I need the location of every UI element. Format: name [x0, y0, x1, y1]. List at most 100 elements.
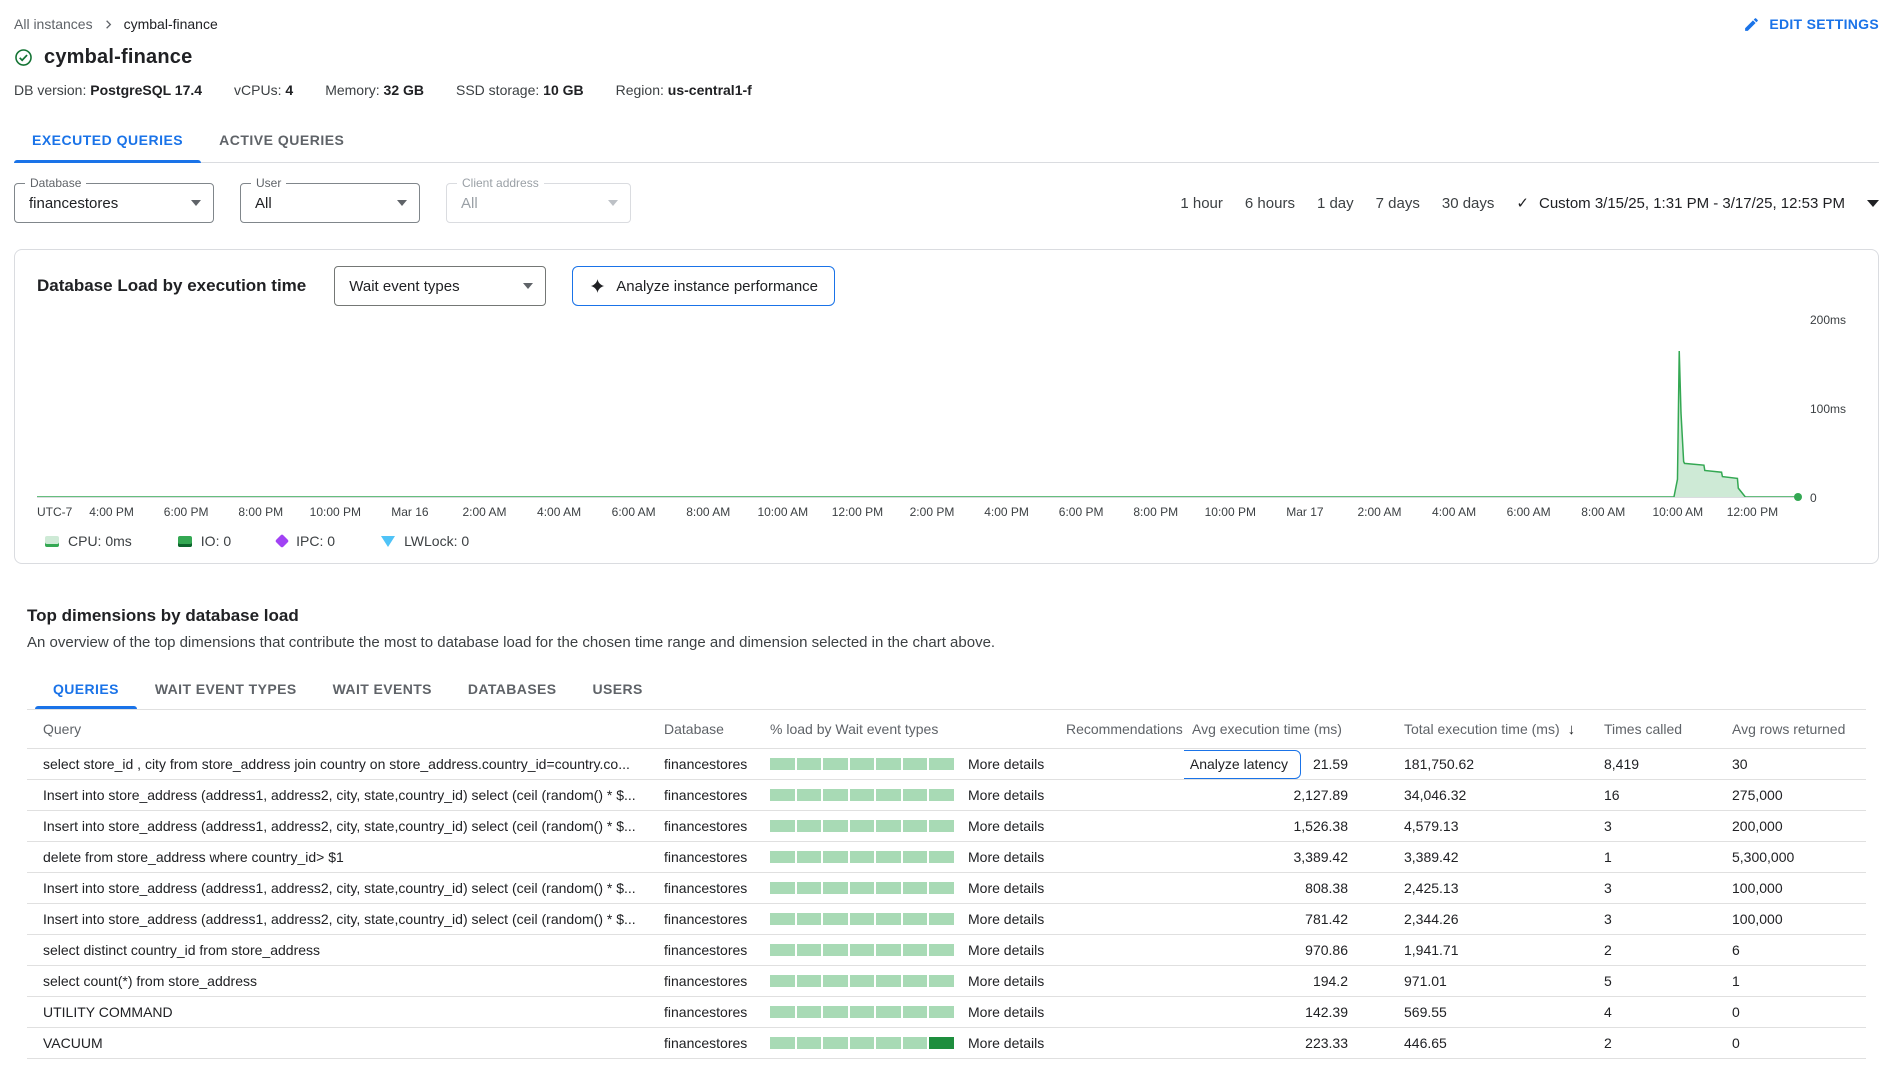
load-bar — [770, 758, 954, 770]
query-cell[interactable]: VACUUM — [27, 1028, 656, 1059]
more-details-link[interactable]: More details — [968, 849, 1044, 865]
edit-settings-button[interactable]: EDIT SETTINGS — [1743, 16, 1879, 33]
load-bar-segment — [929, 1037, 954, 1049]
avg-execution-cell: 1,526.38 — [1184, 811, 1396, 842]
times-called-cell: 16 — [1596, 780, 1724, 811]
y-axis-tick: 0 — [1810, 491, 1817, 505]
more-details-link[interactable]: More details — [968, 1035, 1044, 1051]
load-bar-segment — [876, 882, 901, 894]
avg-execution-cell: 223.33 — [1184, 1028, 1396, 1059]
avg-execution-cell: 2,127.89 — [1184, 780, 1396, 811]
column-header-avg-execution-time-ms[interactable]: Avg execution time (ms) — [1184, 710, 1396, 749]
query-cell[interactable]: Insert into store_address (address1, add… — [27, 904, 656, 935]
column-header-recommendations[interactable]: Recommendations — [1058, 710, 1184, 749]
more-details-link[interactable]: More details — [968, 787, 1044, 803]
legend-item-lwlock: LWLock: 0 — [381, 533, 469, 549]
avg-rows-cell: 30 — [1724, 749, 1866, 780]
query-cell[interactable]: UTILITY COMMAND — [27, 997, 656, 1028]
times-called-cell: 3 — [1596, 811, 1724, 842]
query-cell[interactable]: Insert into store_address (address1, add… — [27, 811, 656, 842]
load-card-header: Database Load by execution time Wait eve… — [37, 266, 1856, 306]
area-series-legend-icon — [45, 536, 59, 547]
load-bar-segment — [929, 789, 954, 801]
load-bar-group: More details — [770, 818, 1050, 834]
dimension-tab-wait-event-types[interactable]: WAIT EVENT TYPES — [137, 669, 315, 709]
query-cell[interactable]: Insert into store_address (address1, add… — [27, 873, 656, 904]
instance-meta-item: Region: us-central1-f — [616, 82, 752, 98]
recommendations-cell — [1058, 966, 1184, 997]
x-axis-tick: 10:00 PM — [310, 505, 361, 519]
load-bar-group: More details — [770, 1035, 1050, 1051]
analyze-latency-button[interactable]: Analyze latency — [1184, 750, 1301, 779]
x-axis-tick: 8:00 PM — [1133, 505, 1178, 519]
time-range-1-day[interactable]: 1 day — [1317, 195, 1354, 212]
time-range-30-days[interactable]: 30 days — [1442, 195, 1495, 212]
time-range-6-hours[interactable]: 6 hours — [1245, 195, 1295, 212]
more-details-link[interactable]: More details — [968, 911, 1044, 927]
avg-execution-value-wrap: 2,127.89 — [1192, 787, 1388, 803]
load-bar-segment — [770, 1037, 795, 1049]
query-cell[interactable]: select count(*) from store_address — [27, 966, 656, 997]
tab-active-queries[interactable]: ACTIVE QUERIES — [201, 118, 362, 162]
legend-label: IO: 0 — [201, 533, 231, 549]
total-execution-cell: 569.55 — [1396, 997, 1596, 1028]
column-header-total-execution-time-ms[interactable]: Total execution time (ms)↓ — [1396, 710, 1596, 749]
tab-executed-queries[interactable]: EXECUTED QUERIES — [14, 118, 201, 162]
time-range-7-days[interactable]: 7 days — [1376, 195, 1420, 212]
more-details-link[interactable]: More details — [968, 818, 1044, 834]
total-execution-cell: 446.65 — [1396, 1028, 1596, 1059]
recommendations-cell — [1058, 873, 1184, 904]
load-bar-segment — [876, 944, 901, 956]
times-called-cell: 8,419 — [1596, 749, 1724, 780]
database-filter-select[interactable]: Database financestores — [14, 183, 214, 223]
time-range-custom[interactable]: ✓Custom 3/15/25, 1:31 PM - 3/17/25, 12:5… — [1516, 194, 1845, 212]
column-header-database[interactable]: Database — [656, 710, 762, 749]
avg-execution-cell: 781.42 — [1184, 904, 1396, 935]
avg-execution-cell: 3,389.42 — [1184, 842, 1396, 873]
more-details-link[interactable]: More details — [968, 1004, 1044, 1020]
analyze-instance-performance-button[interactable]: Analyze instance performance — [572, 266, 835, 306]
time-range-dropdown-icon[interactable] — [1867, 200, 1879, 207]
dimension-tab-databases[interactable]: DATABASES — [450, 669, 575, 709]
dimension-tab-users[interactable]: USERS — [575, 669, 661, 709]
column-header-load-by-wait-event-types[interactable]: % load by Wait event types — [762, 710, 1058, 749]
recommendations-cell — [1058, 997, 1184, 1028]
avg-rows-cell: 275,000 — [1724, 780, 1866, 811]
load-chart-plot — [37, 320, 1800, 498]
load-bar-segment — [797, 789, 822, 801]
load-bar-segment — [876, 1037, 901, 1049]
instance-meta-item: Memory: 32 GB — [325, 82, 424, 98]
more-details-link[interactable]: More details — [968, 973, 1044, 989]
load-cell: More details — [762, 935, 1058, 966]
column-header-times-called[interactable]: Times called — [1596, 710, 1724, 749]
query-cell[interactable]: select distinct country_id from store_ad… — [27, 935, 656, 966]
topbar: All instances cymbal-finance EDIT SETTIN… — [14, 10, 1879, 38]
load-bar — [770, 1006, 954, 1018]
query-cell[interactable]: select store_id , city from store_addres… — [27, 749, 656, 780]
x-axis-tick: 6:00 AM — [612, 505, 656, 519]
column-header-query[interactable]: Query — [27, 710, 656, 749]
more-details-link[interactable]: More details — [968, 942, 1044, 958]
query-cell[interactable]: delete from store_address where country_… — [27, 842, 656, 873]
dimension-tab-wait-events[interactable]: WAIT EVENTS — [315, 669, 450, 709]
load-bar-group: More details — [770, 973, 1050, 989]
instance-meta-value: 10 GB — [543, 82, 583, 98]
load-bar-group: More details — [770, 756, 1050, 772]
load-cell: More details — [762, 842, 1058, 873]
column-header-avg-rows-returned[interactable]: Avg rows returned — [1724, 710, 1866, 749]
avg-execution-value-wrap: Analyze latency21.59 — [1192, 750, 1388, 779]
check-icon: ✓ — [1516, 194, 1529, 212]
more-details-link[interactable]: More details — [968, 880, 1044, 896]
database-cell: financestores — [656, 842, 762, 873]
load-bar-segment — [903, 851, 928, 863]
breadcrumb-all-instances[interactable]: All instances — [14, 16, 93, 32]
queries-table-body: select store_id , city from store_addres… — [27, 749, 1866, 1059]
dimension-select[interactable]: Wait event types — [334, 266, 546, 306]
more-details-link[interactable]: More details — [968, 756, 1044, 772]
user-filter-select[interactable]: User All — [240, 183, 420, 223]
load-bar-segment — [770, 1006, 795, 1018]
load-bar-segment — [850, 820, 875, 832]
query-cell[interactable]: Insert into store_address (address1, add… — [27, 780, 656, 811]
dimension-tab-queries[interactable]: QUERIES — [35, 669, 137, 709]
time-range-1-hour[interactable]: 1 hour — [1180, 195, 1223, 212]
